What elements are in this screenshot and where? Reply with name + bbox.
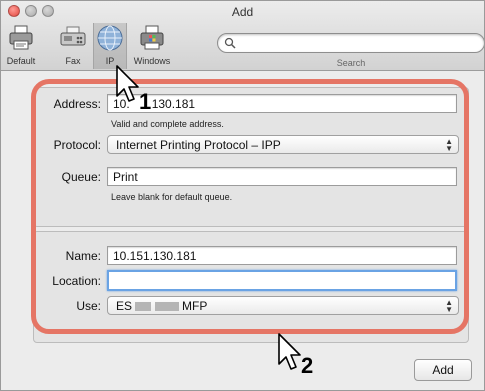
address-label: Address: [53,97,101,111]
address-hint: Valid and complete address. [111,119,224,129]
pointer-cursor-icon [116,65,139,102]
search-icon [224,37,236,49]
name-label: Name: [65,249,101,263]
queue-hint: Leave blank for default queue. [111,192,233,202]
toolbar-windows-button[interactable]: Windows [129,23,175,69]
address-field[interactable]: 10. 130.181 [107,94,457,113]
location-field[interactable] [107,270,457,291]
use-popup[interactable]: ES MFP ▲ ▼ [107,296,459,315]
protocol-label: Protocol: [53,138,101,152]
popup-arrows-icon: ▲ ▼ [445,137,453,153]
use-value-suffix: MFP [182,299,208,313]
windows-printer-icon [140,25,164,50]
search-area: Search [217,33,484,68]
location-label: Location: [52,274,101,288]
search-label: Search [336,58,366,68]
redacted-block [154,302,179,312]
toolbar-area: Add Default Fax IP Windows Search [1,1,484,71]
address-value-tail: 130.181 [151,97,196,111]
toolbar-default-button[interactable]: Default [3,23,39,69]
use-label: Use: [76,299,101,313]
step-1-label: 1 [139,89,152,114]
toolbar-label: Fax [65,56,81,66]
protocol-value: Internet Printing Protocol – IPP [116,138,281,152]
default-printer-icon [9,25,33,50]
queue-value: Print [113,170,138,184]
toolbar-fax-button[interactable]: Fax [57,23,89,69]
name-field[interactable]: 10.151.130.181 [107,246,457,265]
search-input[interactable] [238,36,478,51]
name-value: 10.151.130.181 [113,249,197,263]
add-printer-window: Add Default Fax IP Windows Search Addres… [0,0,485,391]
popup-arrows-icon: ▲ ▼ [445,298,453,314]
toolbar-label: Default [6,56,36,66]
search-field[interactable] [217,33,484,53]
fax-icon [60,26,86,46]
protocol-popup[interactable]: Internet Printing Protocol – IPP ▲ ▼ [107,135,459,154]
queue-label: Queue: [61,170,101,184]
window-title: Add [231,5,254,19]
step-2-label: 2 [301,353,314,378]
add-button[interactable]: Add [414,359,472,381]
redacted-block [135,302,152,312]
queue-field[interactable]: Print [107,167,457,186]
ip-globe-icon [97,25,123,51]
title-bar: Add [1,1,484,21]
toolbar-ip-button[interactable]: IP [93,23,127,69]
use-value-prefix: ES [116,299,133,313]
